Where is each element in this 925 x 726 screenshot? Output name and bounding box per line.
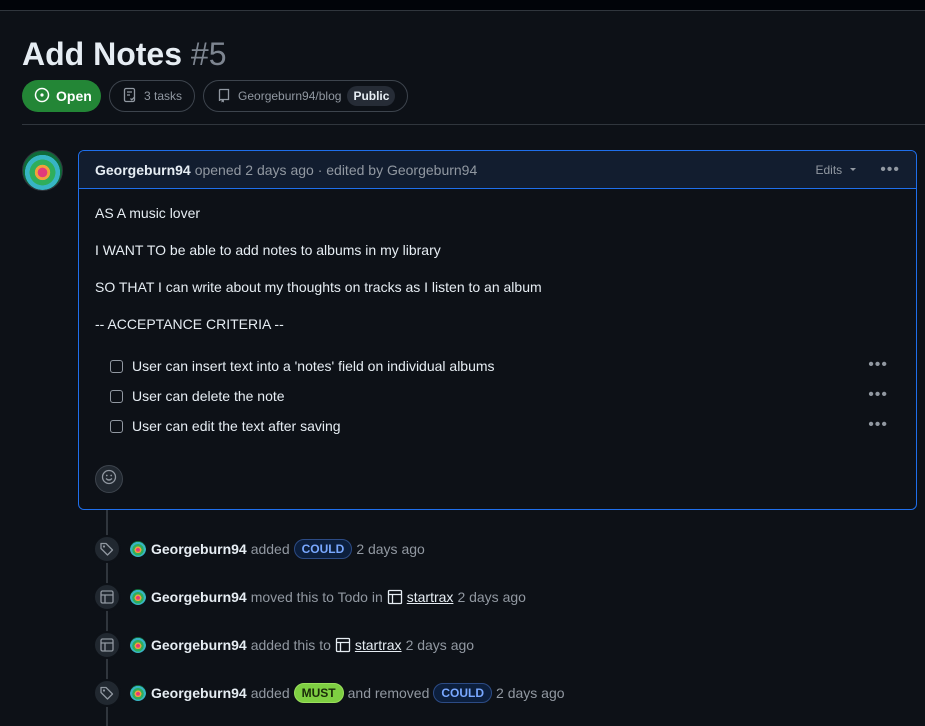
repo-pill[interactable]: Georgeburn94/blog Public	[203, 80, 409, 112]
task-checkbox[interactable]	[110, 419, 123, 433]
issue-title: Add Notes	[22, 36, 182, 72]
comment-body: AS A music lover I WANT TO be able to ad…	[79, 189, 916, 441]
top-border	[0, 0, 925, 11]
timeline-event: Georgeburn94 added COULD 2 days ago	[93, 535, 425, 563]
task-options-icon[interactable]: •••	[868, 386, 888, 404]
tag-icon	[93, 679, 121, 707]
task-options-icon[interactable]: •••	[868, 356, 888, 374]
event-actor[interactable]: Georgeburn94	[151, 685, 247, 701]
timeline-event: Georgeburn94 moved this to Todo in start…	[93, 583, 526, 611]
task-item: User can edit the text after saving •••	[95, 411, 900, 441]
actor-avatar[interactable]	[130, 685, 146, 701]
event-actor[interactable]: Georgeburn94	[151, 541, 247, 557]
task-checkbox[interactable]	[110, 359, 123, 373]
repo-icon	[216, 87, 232, 106]
label-could[interactable]: COULD	[433, 683, 493, 703]
issue-number: #5	[190, 36, 227, 72]
story-line-as: AS A music lover	[95, 205, 201, 221]
task-label: User can insert text into a 'notes' fiel…	[132, 358, 495, 374]
tasks-pill[interactable]: 3 tasks	[109, 80, 196, 112]
acceptance-heading: -- ACCEPTANCE CRITERIA --	[95, 316, 284, 332]
event-action: added	[250, 541, 290, 557]
project-link[interactable]: startrax	[407, 589, 454, 605]
visibility-badge: Public	[347, 86, 396, 106]
task-list: User can insert text into a 'notes' fiel…	[95, 351, 900, 441]
issue-state-badge: Open	[22, 80, 101, 112]
edits-dropdown[interactable]: Edits	[816, 163, 859, 177]
event-action: moved this to Todo in	[250, 589, 383, 605]
table-icon	[93, 583, 121, 611]
event-actor[interactable]: Georgeburn94	[151, 589, 247, 605]
event-action: added	[250, 685, 290, 701]
actor-avatar[interactable]	[130, 541, 146, 557]
label-must[interactable]: MUST	[293, 683, 344, 703]
add-reaction-button[interactable]	[95, 465, 123, 493]
issue-opened-icon	[34, 87, 50, 106]
timeline-event: Georgeburn94 added this to startrax 2 da…	[93, 631, 474, 659]
author-avatar[interactable]	[22, 150, 63, 191]
label-could[interactable]: COULD	[293, 539, 353, 559]
actor-avatar[interactable]	[130, 637, 146, 653]
project-table-icon	[335, 637, 351, 653]
task-item: User can insert text into a 'notes' fiel…	[95, 351, 900, 381]
project-link[interactable]: startrax	[355, 637, 402, 653]
event-time[interactable]: 2 days ago	[457, 589, 526, 605]
task-label: User can delete the note	[132, 388, 285, 404]
smiley-icon	[101, 469, 117, 490]
checklist-icon	[122, 87, 138, 106]
event-action: added this to	[250, 637, 331, 653]
tasks-count: 3 tasks	[144, 89, 183, 103]
issue-state-label: Open	[56, 88, 92, 104]
event-time[interactable]: 2 days ago	[496, 685, 565, 701]
event-time[interactable]: 2 days ago	[406, 637, 475, 653]
task-item: User can delete the note •••	[95, 381, 900, 411]
comment-meta: opened 2 days ago · edited by Georgeburn…	[194, 161, 478, 178]
story-line-want: I WANT TO be able to add notes to albums…	[95, 242, 441, 258]
tag-icon	[93, 535, 121, 563]
timeline-event: Georgeburn94 added MUST and removed COUL…	[93, 679, 565, 707]
comment-header: Georgeburn94 opened 2 days ago · edited …	[79, 151, 916, 189]
comment-options-icon[interactable]: •••	[880, 161, 900, 179]
table-icon	[93, 631, 121, 659]
issue-body-comment: Georgeburn94 opened 2 days ago · edited …	[78, 150, 917, 510]
chevron-down-icon	[848, 163, 858, 177]
comment-author[interactable]: Georgeburn94	[95, 162, 191, 178]
issue-meta-row: Open 3 tasks Georgeburn94/blog Public	[22, 80, 409, 112]
actor-avatar[interactable]	[130, 589, 146, 605]
task-options-icon[interactable]: •••	[868, 416, 888, 434]
project-table-icon	[387, 589, 403, 605]
event-time[interactable]: 2 days ago	[356, 541, 425, 557]
task-label: User can edit the text after saving	[132, 418, 341, 434]
issue-title-row: Add Notes #5	[22, 34, 226, 74]
event-action-removed: and removed	[347, 685, 430, 701]
event-actor[interactable]: Georgeburn94	[151, 637, 247, 653]
header-divider	[22, 124, 925, 125]
edits-label: Edits	[815, 162, 843, 177]
task-checkbox[interactable]	[110, 389, 123, 403]
story-line-so-that: SO THAT I can write about my thoughts on…	[95, 279, 542, 295]
repo-name: Georgeburn94/blog	[238, 89, 342, 103]
